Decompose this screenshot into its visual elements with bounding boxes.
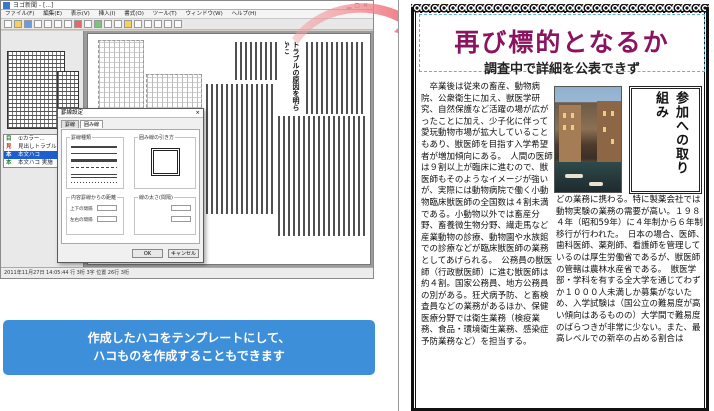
newspaper-page: 再び標的となるか 調査中で詳細を公表できず 卒業後は従来の畜産、動物病院、公衆衛… (398, 0, 714, 411)
body-column-left: 卒業後は従来の畜産、動物病院、公衆衛生に加え、獣医学研究、自然保護など活躍の場が… (421, 82, 553, 349)
caption-banner: 作成したハコをテンプレートにして、 ハコものを作成することもできます (3, 320, 375, 375)
text-block[interactable] (206, 84, 276, 214)
menu-view[interactable]: 表示(V) (71, 11, 90, 17)
dialog-body: 罫線種類 囲み線の引き方 内容罫線からの距離 上下の間隔 左右の間隔 線の太さ(… (61, 129, 200, 244)
new-doc-icon[interactable] (4, 20, 12, 28)
print-icon[interactable] (34, 20, 42, 28)
body-text: 卒業後は従来の畜産、動物病院、公衆衛生に加え、獣医学研究、自然保護など活躍の場が… (421, 82, 553, 348)
line-option[interactable] (71, 159, 117, 162)
body-text: どの業務に携わる。特に製薬会社では動物実験の業務の需要が高い。１９８４年（昭和5… (556, 195, 705, 345)
paste-icon[interactable] (64, 20, 72, 28)
menu-file[interactable]: ファイル(F) (5, 11, 34, 17)
line-option[interactable] (71, 174, 117, 178)
redo-icon[interactable] (84, 20, 92, 28)
cancel-button[interactable]: キャンセル (168, 249, 199, 258)
menu-format[interactable]: 書式(O) (124, 11, 144, 17)
line-option[interactable] (71, 167, 117, 168)
tab-box-line[interactable]: 囲み線 (80, 120, 104, 128)
status-bar: 2011年11月27日 14:05:44 行 3桁 3字 位置 26行 3桁 (1, 267, 373, 278)
image-icon[interactable] (164, 20, 172, 28)
app-icon (3, 2, 10, 9)
close-icon[interactable]: × (195, 109, 200, 118)
dialog-tabs: 罫線 囲み線 (58, 118, 203, 128)
menu-help[interactable]: ヘルプ(H) (232, 11, 257, 17)
copy-icon[interactable] (54, 20, 62, 28)
top-margin-stepper[interactable] (97, 205, 117, 211)
venice-canal-photo (554, 86, 622, 193)
undo-icon[interactable] (74, 20, 82, 28)
headline: 再び標的となるか (454, 28, 670, 57)
columns-icon[interactable] (144, 20, 152, 28)
tab-rule[interactable]: 罫線 (61, 120, 80, 128)
text-icon[interactable] (174, 20, 182, 28)
menu-tools[interactable]: ツール(T) (153, 11, 177, 17)
layout-icon[interactable] (134, 20, 142, 28)
line-option[interactable] (71, 146, 117, 148)
inner-width-stepper[interactable] (171, 205, 191, 211)
line-option[interactable] (71, 153, 117, 154)
window-title: ヨゴ新聞 - [...] (13, 2, 54, 9)
rule-icon[interactable] (154, 20, 162, 28)
outer-width-stepper[interactable] (171, 216, 191, 222)
open-folder-icon[interactable] (14, 20, 22, 28)
grid-icon[interactable] (104, 20, 112, 28)
box-preview[interactable] (151, 148, 180, 176)
dialog-titlebar[interactable]: 罫線設定 × (58, 109, 203, 118)
line-option[interactable] (71, 182, 117, 183)
caption-line-1: 作成したハコをテンプレートにして、 (87, 331, 291, 345)
line-type-group: 罫線種類 (66, 134, 124, 189)
side-margin-stepper[interactable] (97, 216, 117, 222)
help-icon[interactable] (124, 20, 132, 28)
border-settings-dialog: 罫線設定 × 罫線 囲み線 罫線種類 囲み線の引き方 内容罫線からの距離 上下の… (57, 108, 204, 263)
save-icon[interactable] (24, 20, 32, 28)
zoom-icon[interactable] (114, 20, 122, 28)
cut-icon[interactable] (44, 20, 52, 28)
subheadline: 調査中で詳細を公表できず (483, 62, 640, 77)
box-preview-group: 囲み線の引き方 (134, 134, 196, 189)
text-block[interactable] (278, 116, 366, 236)
grid-block[interactable] (98, 40, 144, 114)
caption-line-2: ハコものを作成することもできます (93, 349, 285, 363)
body-column-right: どの業務に携わる。特に製薬会社では動物実験の業務の需要が高い。１９８４年（昭和5… (556, 195, 708, 346)
margin-group: 内容罫線からの距離 上下の間隔 左右の間隔 (66, 194, 124, 235)
menu-window[interactable]: ウィンドウ(W) (186, 11, 223, 17)
text-block[interactable] (235, 42, 277, 80)
ok-button[interactable]: OK (132, 249, 163, 258)
box-tool-icon[interactable] (94, 20, 102, 28)
menu-insert[interactable]: 挿入(I) (99, 11, 116, 17)
line-width-group: 線の太さ(間隔) (134, 194, 196, 235)
menu-edit[interactable]: 編集(E) (43, 11, 62, 17)
feature-title: 参加への取り組み (653, 91, 688, 175)
